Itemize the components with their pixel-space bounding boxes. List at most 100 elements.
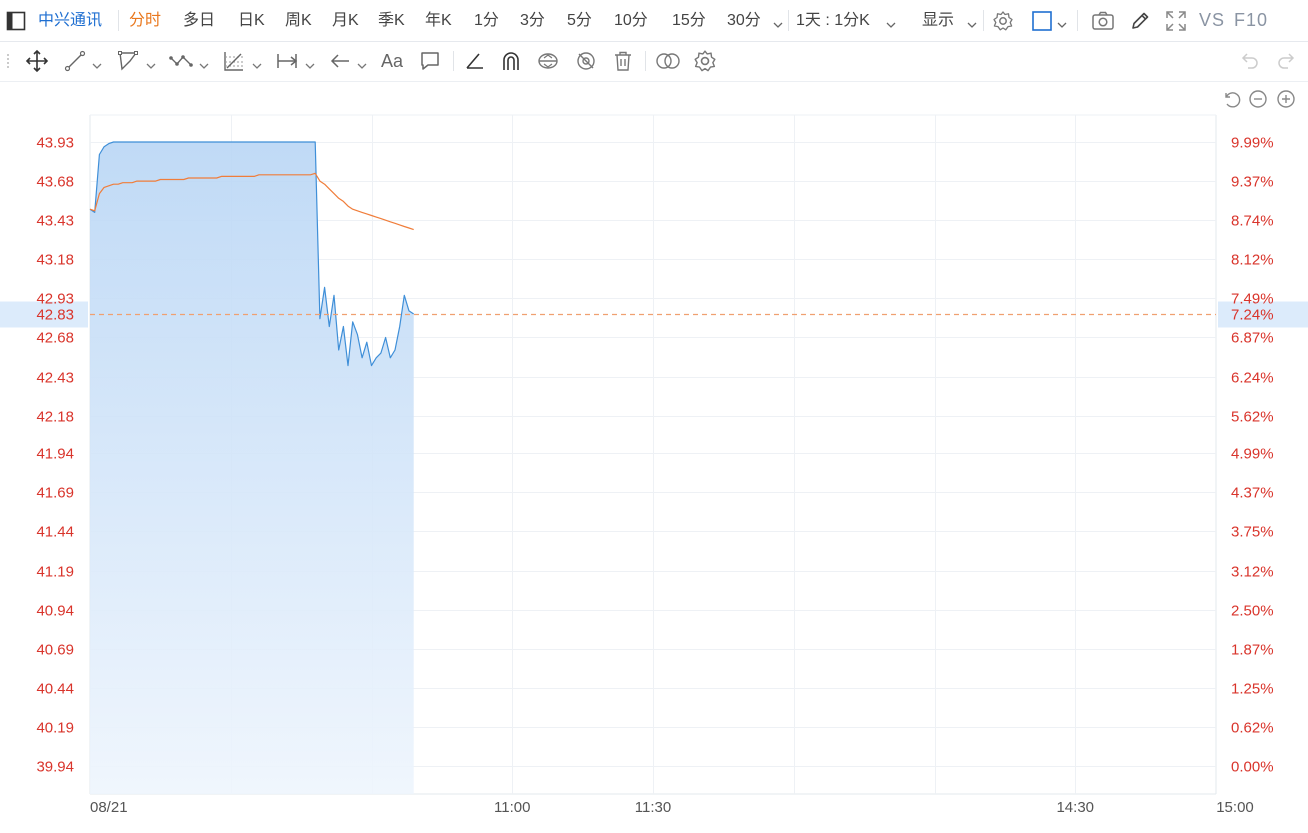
price-tick-label: 42.43: [36, 370, 74, 387]
text-tool-button[interactable]: Aa: [381, 41, 403, 81]
gear-icon[interactable]: [992, 10, 1014, 32]
price-tick-label: 41.44: [36, 524, 74, 541]
percent-tick-label: 4.37%: [1231, 485, 1274, 502]
sidebar-toggle-icon[interactable]: [6, 11, 26, 31]
drag-handle-icon[interactable]: [6, 52, 12, 70]
stock-name[interactable]: 中兴通讯: [38, 0, 102, 41]
ruler-angle-icon[interactable]: [463, 49, 487, 73]
top-toolbar: 中兴通讯 分时 多日 日K 周K 月K 季K 年K 1分 3分 5分 10分 1…: [0, 0, 1308, 42]
current-price-label: 42.83: [36, 307, 74, 324]
move-cross-icon[interactable]: [25, 49, 49, 73]
price-tick-label: 40.69: [36, 642, 74, 659]
tab-period-day[interactable]: 日K: [238, 0, 265, 41]
arrow-left-icon[interactable]: [328, 49, 352, 73]
fibonacci-icon[interactable]: [222, 49, 246, 73]
divider: [645, 51, 646, 71]
redo-icon[interactable]: [1276, 50, 1298, 72]
percent-tick-label: 9.99%: [1231, 135, 1274, 152]
overlay-circles-icon[interactable]: [654, 49, 682, 73]
chevron-down-icon[interactable]: [1057, 16, 1067, 34]
chevron-down-icon[interactable]: [252, 57, 262, 75]
trash-icon[interactable]: [611, 49, 635, 73]
percent-tick-label: 3.75%: [1231, 524, 1274, 541]
tab-period-10min[interactable]: 10分: [614, 0, 648, 41]
chevron-down-icon[interactable]: [305, 57, 315, 75]
tab-period-month[interactable]: 月K: [332, 0, 359, 41]
pencil-icon[interactable]: [1129, 10, 1151, 32]
price-tick-label: 42.18: [36, 409, 74, 426]
tab-period-quarter[interactable]: 季K: [378, 0, 405, 41]
percent-tick-label: 9.37%: [1231, 174, 1274, 191]
percent-tick-label: 1.87%: [1231, 642, 1274, 659]
price-tick-label: 41.19: [36, 564, 74, 581]
timeshare-chart[interactable]: 42.83 7.24% 43.93 43.68 43.43 43.18 42.93 42.6…: [0, 82, 1308, 828]
fullscreen-icon[interactable]: [1165, 10, 1187, 32]
measure-range-icon[interactable]: [275, 49, 299, 73]
divider: [788, 10, 789, 31]
tab-period-5min[interactable]: 5分: [567, 0, 592, 41]
chevron-down-icon[interactable]: [357, 57, 367, 75]
price-tick-label: 43.68: [36, 174, 74, 191]
tab-period-3min[interactable]: 3分: [520, 0, 545, 41]
divider: [1077, 10, 1078, 31]
percent-axis: 9.99% 9.37% 8.74% 8.12% 7.49% 6.87% 6.24% 5.62%…: [1231, 135, 1274, 776]
vs-compare-button[interactable]: VS: [1199, 0, 1225, 41]
percent-tick-label: 7.49%: [1231, 291, 1274, 308]
price-tick-label: 40.94: [36, 603, 74, 620]
percent-tick-label: 8.74%: [1231, 213, 1274, 230]
f10-button[interactable]: F10: [1234, 0, 1268, 41]
comment-icon[interactable]: [418, 49, 442, 73]
percent-tick-label: 5.62%: [1231, 409, 1274, 426]
price-tick-label: 43.93: [36, 135, 74, 152]
percent-tick-label: 8.12%: [1231, 252, 1274, 269]
polygon-tool-icon[interactable]: [116, 49, 140, 73]
time-tick-label: 11:30: [635, 799, 671, 816]
undo-icon[interactable]: [1238, 50, 1260, 72]
wave-pattern-icon[interactable]: [168, 49, 194, 73]
price-tick-label: 40.19: [36, 720, 74, 737]
price-area-fill: [90, 142, 414, 794]
chevron-down-icon[interactable]: [967, 16, 977, 34]
zoom-out-icon[interactable]: [1249, 90, 1267, 108]
percent-tick-label: 0.00%: [1231, 759, 1274, 776]
magnet-icon[interactable]: [499, 49, 523, 73]
chevron-down-icon[interactable]: [773, 16, 783, 34]
percent-tick-label: 3.12%: [1231, 564, 1274, 581]
current-percent-label: 7.24%: [1231, 307, 1274, 324]
price-tick-label: 42.68: [36, 330, 74, 347]
eye-off-icon[interactable]: [574, 49, 598, 73]
tab-period-15min[interactable]: 15分: [672, 0, 706, 41]
candle-mode-select[interactable]: 1天 : 1分K: [796, 0, 870, 41]
price-axis: 43.93 43.68 43.43 43.18 42.93 42.68 42.43 42.18…: [36, 135, 74, 776]
divider: [983, 10, 984, 31]
chevron-down-icon[interactable]: [92, 57, 102, 75]
intraday-chart[interactable]: 42.83 7.24% 43.93 43.68 43.43 43.18 42.93 42.6…: [0, 82, 1308, 828]
sync-icon[interactable]: [536, 49, 560, 73]
tab-period-1min[interactable]: 1分: [474, 0, 499, 41]
tab-period-week[interactable]: 周K: [285, 0, 312, 41]
tab-period-multiday[interactable]: 多日: [183, 0, 215, 41]
camera-icon[interactable]: [1091, 10, 1115, 32]
time-tick-label: 14:30: [1056, 799, 1094, 816]
reset-zoom-icon[interactable]: [1225, 92, 1241, 108]
price-tick-label: 41.94: [36, 446, 74, 463]
chevron-down-icon[interactable]: [886, 16, 896, 34]
zoom-controls: [1225, 90, 1295, 108]
trend-line-icon[interactable]: [63, 49, 87, 73]
time-tick-label: 15:00: [1216, 799, 1254, 816]
price-tick-label: 43.18: [36, 252, 74, 269]
percent-tick-label: 4.99%: [1231, 446, 1274, 463]
tab-period-year[interactable]: 年K: [425, 0, 452, 41]
divider: [118, 10, 119, 31]
zoom-in-icon[interactable]: [1277, 90, 1295, 108]
tab-period-30min[interactable]: 30分: [727, 0, 761, 41]
tab-period-fenshi[interactable]: 分时: [129, 0, 161, 41]
square-icon[interactable]: [1031, 10, 1053, 32]
time-tick-label: 11:00: [494, 799, 530, 816]
percent-tick-label: 6.24%: [1231, 370, 1274, 387]
chevron-down-icon[interactable]: [146, 57, 156, 75]
gear-icon[interactable]: [693, 49, 717, 73]
time-axis: 08/21 11:00 11:30 14:30 15:00: [90, 799, 1254, 816]
chevron-down-icon[interactable]: [199, 57, 209, 75]
display-menu[interactable]: 显示: [922, 0, 954, 41]
